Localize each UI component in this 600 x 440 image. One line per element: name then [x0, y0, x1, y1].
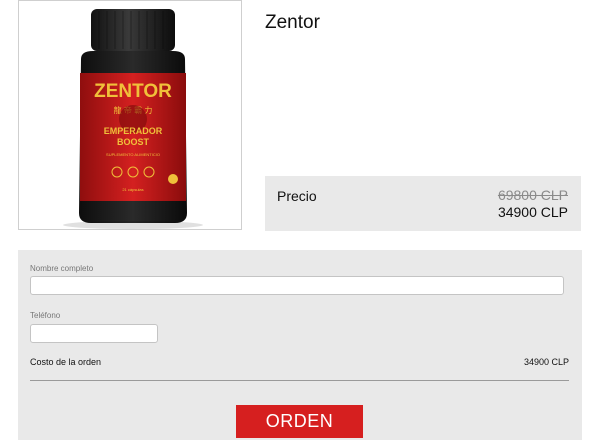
- divider: [30, 380, 569, 381]
- old-price: 69800 CLP: [497, 187, 568, 203]
- new-price: 34900 CLP: [497, 204, 568, 220]
- price-box: Precio 69800 CLP 34900 CLP: [265, 176, 581, 231]
- order-form: Nombre completo Teléfono Costo de la ord…: [18, 250, 582, 440]
- full-name-label: Nombre completo: [30, 264, 94, 273]
- label-brand: ZENTOR: [94, 81, 172, 102]
- product-image: ZENTOR 龍 帝 霸 力 EMPERADOR BOOST SUPLEMENT…: [18, 0, 242, 230]
- order-button[interactable]: ORDEN: [236, 405, 363, 438]
- label-line2: BOOST: [117, 137, 150, 147]
- full-name-input[interactable]: [30, 276, 564, 295]
- label-subtitle: SUPLEMENTO ALIMENTICIO: [106, 152, 160, 157]
- phone-label: Teléfono: [30, 311, 61, 320]
- price-label: Precio: [277, 188, 317, 204]
- order-cost-label: Costo de la orden: [30, 357, 102, 367]
- order-cost-value: 34900 CLP: [523, 357, 569, 367]
- label-count: 21 cápsulas: [122, 187, 143, 192]
- label-line1: EMPERADOR: [104, 126, 163, 136]
- supplement-jar-image: ZENTOR 龍 帝 霸 力 EMPERADOR BOOST SUPLEMENT…: [63, 9, 203, 229]
- phone-input[interactable]: [30, 324, 158, 343]
- product-title: Zentor: [265, 12, 320, 33]
